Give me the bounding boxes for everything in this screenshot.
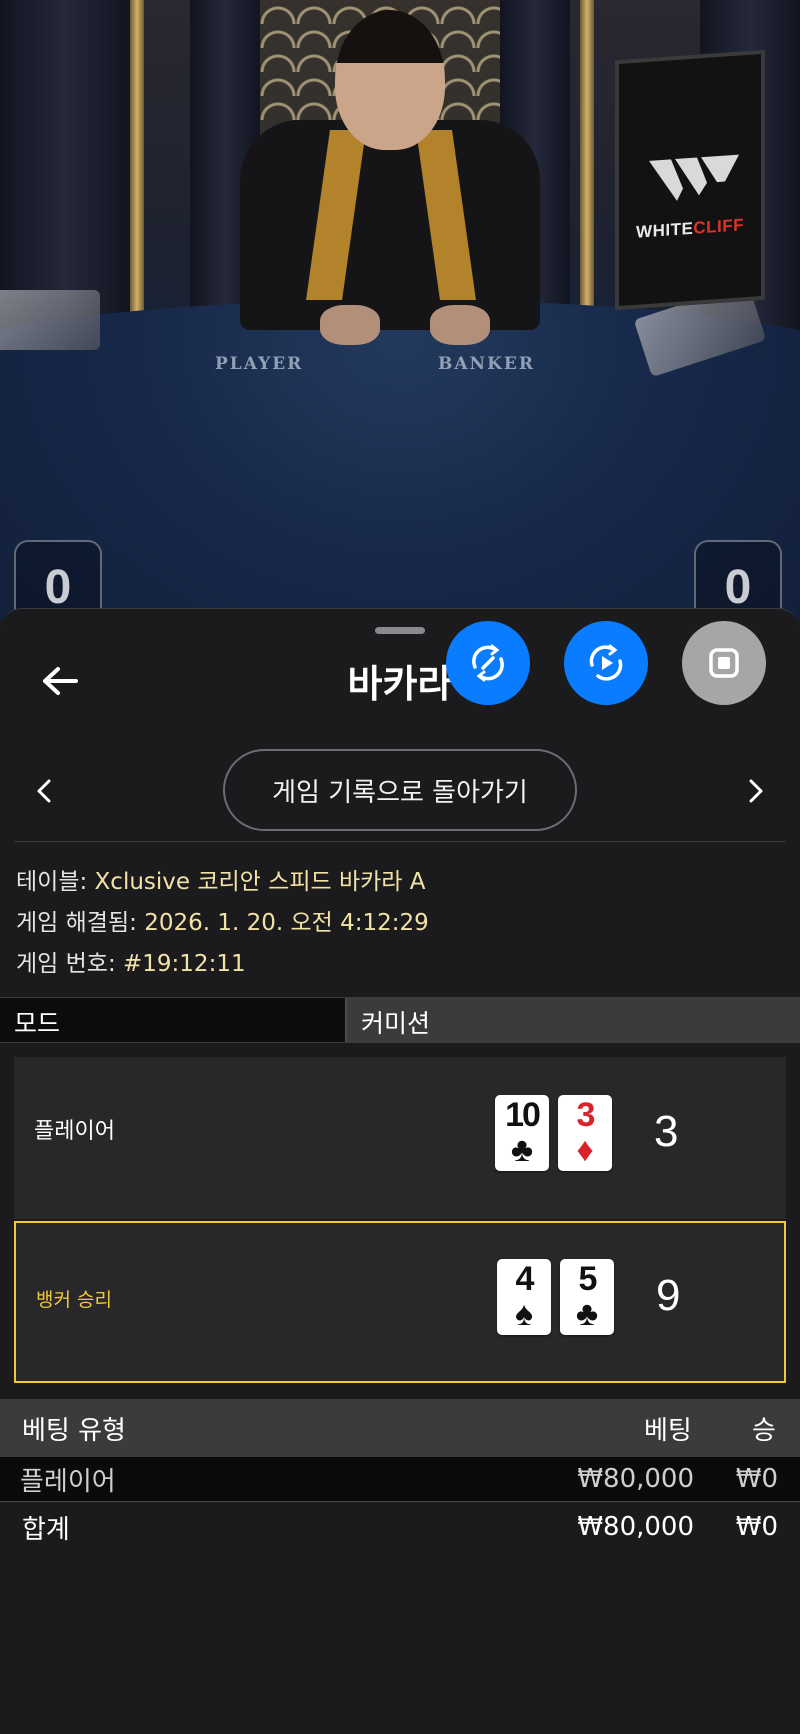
player-total: 3	[654, 1107, 679, 1156]
mode-row: 모드 커미션	[0, 997, 800, 1043]
dealer-hand	[320, 305, 380, 345]
resolved-time: 2026. 1. 20. 오전 4:12:29	[144, 910, 429, 936]
player-hand-label: 플레이어	[34, 1119, 115, 1144]
bet-amount-cell: ₩80,000	[577, 1464, 694, 1494]
divider	[14, 841, 786, 842]
chevron-right-icon	[749, 779, 763, 803]
gold-pillar	[580, 0, 594, 330]
table-info: 테이블: Xclusive 코리안 스피드 바카라 A	[16, 869, 426, 895]
chevron-left-icon	[37, 779, 51, 803]
gold-pillar	[130, 0, 144, 330]
banker-total: 9	[656, 1271, 681, 1320]
total-bet-amount: ₩80,000	[577, 1512, 694, 1542]
bet-type-header: 베팅 유형	[22, 1415, 126, 1446]
brand-monitor: WHITECLIFF	[615, 49, 765, 311]
table-name: Xclusive 코리안 스피드 바카라 A	[94, 869, 426, 895]
player-hand-panel: 플레이어 10 ♣ 3 ♦ 3	[14, 1057, 786, 1219]
win-amount-header: 승	[752, 1415, 776, 1446]
stop-icon	[709, 648, 739, 678]
bets-table-header: 베팅 유형 베팅 승	[0, 1399, 800, 1457]
win-amount-cell: ₩0	[735, 1464, 778, 1494]
previous-game-button[interactable]	[24, 767, 64, 815]
sheet-drag-handle[interactable]	[375, 627, 425, 634]
live-video-stream: PLAYER BANKER WHITECLIFF 0 0	[0, 0, 800, 620]
table-row: 플레이어 ₩80,000 ₩0	[0, 1457, 800, 1501]
sync-button[interactable]	[446, 621, 530, 705]
stop-button[interactable]	[682, 621, 766, 705]
game-number: #19:12:11	[123, 951, 246, 977]
page-title: 바카라	[347, 662, 453, 706]
mode-label: 모드	[0, 998, 347, 1042]
total-row: 합계 ₩80,000 ₩0	[0, 1505, 800, 1549]
brand-logo-text: WHITECLIFF	[636, 215, 744, 242]
bet-amount-header: 베팅	[644, 1415, 692, 1446]
game-number-info: 게임 번호: #19:12:11	[16, 951, 246, 977]
felt-player-label: PLAYER	[215, 354, 304, 374]
bet-type-cell: 플레이어	[20, 1466, 116, 1497]
total-win-amount: ₩0	[735, 1512, 778, 1542]
game-detail-sheet: 바카라 게임 기록으로 돌아가기 테이블: Xclusive 코리안 스피드 바…	[0, 608, 800, 1734]
dealer	[240, 120, 540, 330]
card-shoe	[0, 290, 100, 350]
history-navigation: 게임 기록으로 돌아가기	[0, 749, 800, 833]
resolved-info: 게임 해결됨: 2026. 1. 20. 오전 4:12:29	[16, 910, 429, 936]
divider	[0, 1501, 800, 1502]
sync-icon	[472, 644, 504, 682]
total-label: 합계	[22, 1514, 70, 1545]
banker-win-label: 뱅커 승리	[36, 1289, 112, 1311]
dealer-hand	[430, 305, 490, 345]
left-curtain	[0, 0, 130, 330]
playing-card: 5 ♣	[560, 1259, 614, 1335]
whitecliff-logo-icon	[649, 154, 739, 201]
banker-hand-panel: 뱅커 승리 4 ♠ 5 ♣ 9	[14, 1221, 786, 1383]
replay-icon	[589, 644, 623, 681]
felt-banker-label: BANKER	[438, 354, 535, 374]
playing-card: 3 ♦	[558, 1095, 612, 1171]
replay-button[interactable]	[564, 621, 648, 705]
next-game-button[interactable]	[736, 767, 776, 815]
playing-card: 4 ♠	[497, 1259, 551, 1335]
dealer-head	[335, 10, 445, 150]
back-to-history-button[interactable]: 게임 기록으로 돌아가기	[223, 749, 577, 831]
playing-card: 10 ♣	[495, 1095, 549, 1171]
mode-value: 커미션	[347, 998, 800, 1042]
